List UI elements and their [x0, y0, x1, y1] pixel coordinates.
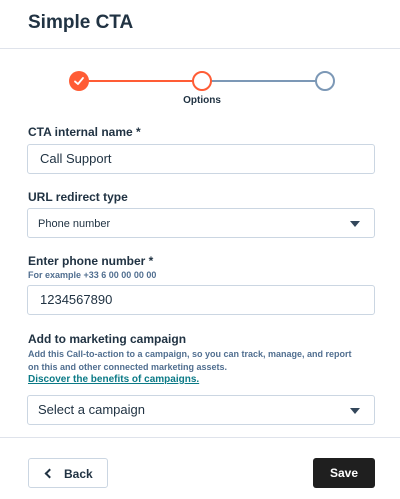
campaign-placeholder: Select a campaign [38, 402, 145, 417]
phone-input[interactable]: 1234567890 [27, 285, 375, 315]
phone-label: Enter phone number * [28, 254, 154, 268]
campaign-help-line-2: on this and other connected marketing as… [28, 362, 228, 372]
cta-name-input[interactable]: Call Support [27, 144, 375, 174]
chevron-left-icon [44, 468, 55, 479]
campaign-label: Add to marketing campaign [28, 332, 187, 346]
phone-help: For example +33 6 00 00 00 00 [28, 270, 157, 280]
campaign-select[interactable]: Select a campaign [27, 395, 375, 425]
stepper-line-pending [210, 80, 317, 82]
step-2-label: Options [183, 95, 221, 106]
caret-down-icon [350, 221, 360, 227]
url-redirect-label: URL redirect type [28, 190, 128, 204]
back-button-label: Back [64, 467, 93, 481]
step-1-complete[interactable] [69, 71, 89, 91]
step-3-pending[interactable] [315, 71, 335, 91]
footer-divider [0, 437, 400, 438]
save-button[interactable]: Save [313, 458, 375, 488]
campaigns-benefits-link[interactable]: Discover the benefits of campaigns. [28, 374, 199, 385]
url-redirect-select[interactable]: Phone number [27, 208, 375, 238]
cta-name-label: CTA internal name * [28, 125, 141, 139]
stepper-line-complete [86, 80, 194, 82]
modal-header: Simple CTA [0, 0, 400, 49]
url-redirect-value: Phone number [38, 218, 111, 230]
check-icon [74, 77, 84, 85]
page-title: Simple CTA [28, 12, 134, 33]
caret-down-icon [350, 408, 360, 414]
step-2-active[interactable] [192, 71, 212, 91]
back-button[interactable]: Back [28, 458, 108, 488]
campaign-help-line-1: Add this Call-to-action to a campaign, s… [28, 349, 352, 359]
